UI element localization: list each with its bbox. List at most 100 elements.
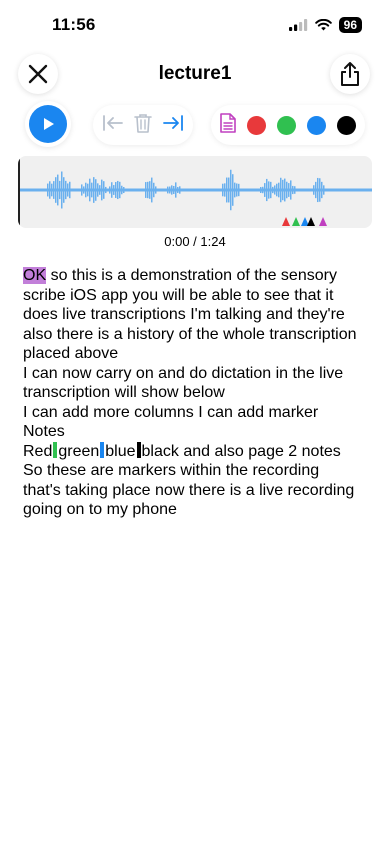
skip-end-button[interactable] <box>162 114 184 137</box>
waveform-bar <box>288 183 290 197</box>
waveform-bar <box>280 177 282 203</box>
transcript-text: blue <box>105 442 136 460</box>
waveform-bar <box>93 177 95 203</box>
waveform-bar <box>319 178 321 202</box>
waveform-bar <box>230 169 232 211</box>
nav-bar: lecture1 <box>0 53 390 97</box>
transcript-line: OK so this is a demonstration of the sen… <box>23 266 373 286</box>
marker-red-button[interactable] <box>247 115 267 135</box>
delete-button[interactable] <box>134 113 152 138</box>
transcript-line: going on to my phone <box>23 501 177 518</box>
waveform-bar <box>105 186 107 194</box>
waveform-bar <box>147 181 149 199</box>
waveform-bar <box>55 177 57 203</box>
waveform-bar <box>272 186 274 194</box>
waveform-bar <box>149 181 151 199</box>
waveform-bar <box>53 181 55 199</box>
trash-icon <box>134 113 152 133</box>
waveform-bar <box>101 179 103 201</box>
battery-indicator: 96 <box>338 17 362 33</box>
waveform-bar <box>315 181 317 199</box>
transcript[interactable]: OK so this is a demonstration of the sen… <box>23 266 373 520</box>
waveform-bar <box>89 178 91 202</box>
waveform-bar <box>83 186 85 194</box>
play-button-container <box>25 101 71 147</box>
waveform-marker <box>282 217 290 226</box>
waveform-bar <box>264 183 266 197</box>
waveform-bar <box>284 178 286 202</box>
waveform-bar <box>69 181 71 199</box>
transcript-text: green <box>58 442 100 460</box>
marker-blue-button[interactable] <box>306 115 326 135</box>
signal-icon <box>288 19 307 31</box>
waveform-bar <box>232 174 234 206</box>
transcript-line: So these are markers within the recordin… <box>23 462 320 479</box>
waveform-bar <box>313 185 315 195</box>
transcript-line: transcription will show below <box>23 384 225 401</box>
waveform-bar <box>173 185 175 195</box>
waveform-bar <box>317 177 319 203</box>
waveform-marker <box>319 217 327 226</box>
waveform-bar <box>61 171 63 209</box>
waveform-bar <box>177 186 179 194</box>
waveform-bar <box>236 183 238 197</box>
play-icon <box>44 118 54 130</box>
status-icons: 96 <box>288 17 362 33</box>
status-time: 11:56 <box>52 15 96 34</box>
waveform-bar <box>323 185 325 195</box>
transcript-line: does live transcriptions I'm talking and… <box>23 306 345 323</box>
waveform-bar <box>85 182 87 198</box>
waveform-bar <box>63 177 65 203</box>
waveform-bar <box>169 186 171 194</box>
transcript-line: I can add more columns I can add marker <box>23 403 319 421</box>
transcript-line: Red green blue black and also page 2 notes <box>23 441 373 462</box>
waveform-bar <box>145 182 147 198</box>
waveform-bar <box>87 183 89 197</box>
toolbar <box>0 101 390 149</box>
transcript-line: placed above <box>23 345 119 362</box>
page-note-button[interactable] <box>220 112 237 138</box>
waveform-graphic <box>18 169 372 226</box>
waveform-bar <box>266 178 268 202</box>
share-button[interactable] <box>330 54 370 94</box>
transcript-line: Notes <box>23 423 65 440</box>
waveform-bar <box>99 185 101 195</box>
waveform-marker <box>292 217 300 226</box>
skip-start-button[interactable] <box>102 114 124 137</box>
waveform-bar <box>97 183 99 197</box>
transcript-text: so this is a demonstration of the sensor… <box>46 267 337 284</box>
waveform-bar <box>115 182 117 198</box>
waveform-bar <box>49 181 51 199</box>
marker-green-button[interactable] <box>276 115 296 135</box>
note-icon <box>220 112 237 133</box>
transcript-highlight: OK <box>23 267 47 284</box>
waveform-bar <box>121 185 123 195</box>
waveform-bar <box>222 183 224 197</box>
waveform-bar <box>117 180 119 200</box>
waveform-bar <box>321 181 323 199</box>
waveform-bar <box>113 185 115 195</box>
wifi-icon <box>314 19 332 31</box>
transcript-line: scribe iOS app you will be able to see t… <box>23 286 334 304</box>
waveform-bar <box>282 179 284 201</box>
waveform-bar <box>57 174 59 206</box>
skip-end-icon <box>163 114 183 131</box>
play-button[interactable] <box>29 105 67 143</box>
waveform-bar <box>278 182 280 198</box>
marker-black-button[interactable] <box>336 115 356 135</box>
marker-controls <box>211 105 365 145</box>
waveform-bar <box>226 177 228 203</box>
waveform-bar <box>111 182 113 198</box>
waveform-bar <box>171 185 173 195</box>
waveform-bar <box>224 183 226 197</box>
waveform-bar <box>65 180 67 200</box>
edit-controls <box>93 105 193 145</box>
waveform-bar <box>155 186 157 194</box>
waveform-bar <box>238 183 240 197</box>
waveform-bar <box>151 177 153 203</box>
waveform-bar <box>95 179 97 201</box>
waveform-bar <box>103 181 105 199</box>
transcript-line: I can now carry on and do dictation in t… <box>23 364 344 382</box>
playhead[interactable] <box>18 156 20 228</box>
waveform[interactable] <box>18 156 372 228</box>
